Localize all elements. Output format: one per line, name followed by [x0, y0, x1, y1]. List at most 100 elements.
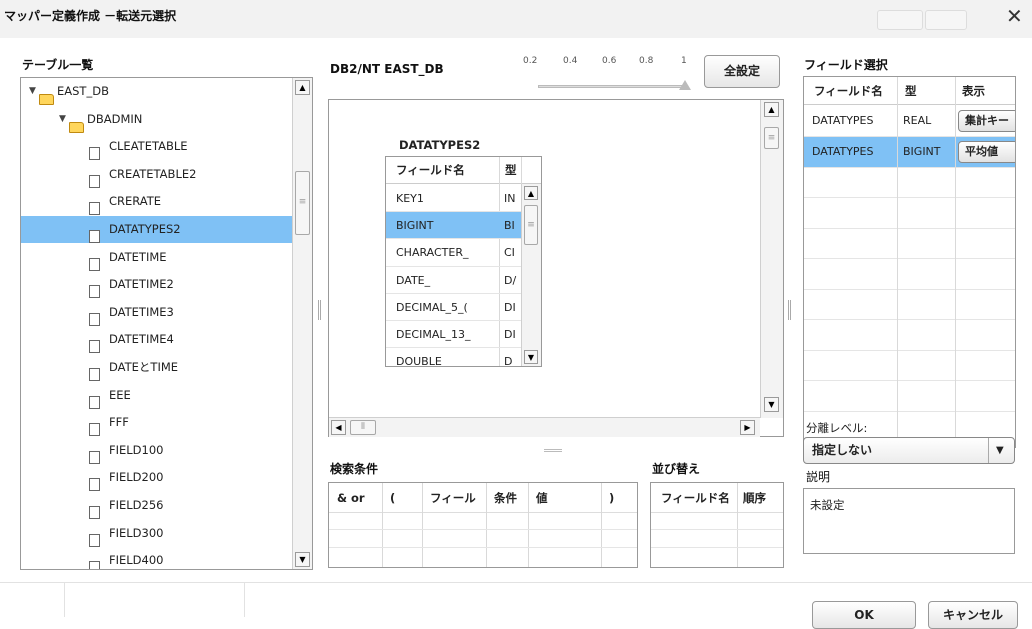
folder-icon — [69, 121, 84, 133]
tree-item-schema[interactable]: ▼ DBADMIN — [21, 106, 293, 133]
field-name: CHARACTER_ — [396, 246, 469, 260]
scroll-down-icon[interactable]: ▼ — [764, 397, 779, 412]
field-type: DI — [504, 328, 516, 341]
expand-triangle-icon[interactable]: ▼ — [29, 78, 39, 105]
field-selection-grid[interactable]: フィールド名 型 表示 DATATYPES REAL 集計キー DATATYPES BI… — [803, 76, 1016, 448]
scroll-up-icon[interactable]: ▲ — [295, 80, 310, 95]
tree-item-table[interactable]: DATETIME2 — [21, 271, 293, 299]
separation-level-value: 指定しない — [812, 443, 873, 457]
scroll-thumb[interactable]: ≡ — [295, 171, 310, 235]
scroll-thumb[interactable]: ⦀ — [350, 420, 376, 435]
schema-canvas[interactable]: DATATYPES2 フィールド名 型 KEY1 IN BIGINT BI CHARAC… — [328, 99, 784, 437]
table-tree[interactable]: ▼ EAST_DB ▼ DBADMIN CLEATETABLE CREATETABLE2 C… — [20, 77, 313, 570]
tree-item-table[interactable]: DATATYPES2 — [21, 216, 293, 243]
zoom-tick-label: 0.4 — [563, 56, 578, 66]
tree-item-label: DATEとTIME — [109, 360, 179, 374]
canvas-vertical-scrollbar[interactable]: ▲ ≡ ▼ — [760, 100, 783, 418]
scroll-right-icon[interactable]: ▶ — [740, 420, 755, 435]
sort-grid-header: フィールド名 順序 — [651, 483, 783, 513]
tree-item-label: CLEATETABLE — [109, 139, 188, 154]
tree-item-label: FIELD100 — [109, 442, 164, 457]
tree-item-label: FIELD200 — [109, 470, 164, 485]
document-icon — [89, 312, 100, 326]
tree-item-label: DATETIME3 — [109, 304, 174, 319]
tree-item-table[interactable]: FFF — [21, 409, 293, 437]
empty-row — [804, 228, 1015, 258]
tree-item-label: FFF — [109, 415, 129, 430]
scroll-down-icon[interactable]: ▼ — [524, 350, 538, 364]
field-row[interactable]: DATATYPES BIGINT 平均値 — [804, 136, 1015, 167]
separation-level-select[interactable]: 指定しない ▼ — [803, 437, 1015, 464]
field-name: DATATYPES — [812, 114, 874, 127]
splitter-handle-icon[interactable] — [318, 300, 321, 320]
table-card-row[interactable]: CHARACTER_ CI — [386, 239, 521, 266]
field-type: REAL — [903, 114, 932, 127]
document-icon — [89, 202, 100, 216]
set-all-button[interactable]: 全設定 — [704, 55, 780, 88]
table-list-label: テーブル一覧 — [22, 58, 94, 72]
tree-item-table[interactable]: FIELD256 — [21, 492, 293, 519]
field-name: DOUBLE — [396, 355, 442, 367]
separation-level-label: 分離レベル: — [806, 421, 868, 435]
table-card-row[interactable]: DECIMAL_5_(DI — [386, 294, 521, 321]
field-row[interactable]: DATATYPES REAL 集計キー — [804, 106, 1015, 136]
tree-item-table[interactable]: DATEとTIME — [21, 354, 293, 381]
document-icon — [89, 340, 100, 354]
tree-item-table[interactable]: FIELD200 — [21, 464, 293, 492]
table-card-row[interactable]: KEY1 IN — [386, 185, 521, 212]
table-card-row[interactable]: DECIMAL_13_ DI — [386, 321, 521, 348]
cancel-button[interactable]: キャンセル — [928, 601, 1018, 629]
tree-item-table[interactable]: CREATETABLE2 — [21, 161, 293, 188]
search-col-field: フィール — [430, 491, 476, 505]
tree-item-table[interactable]: CLEATETABLE — [21, 133, 293, 161]
display-select-button[interactable]: 平均値 — [958, 140, 1015, 163]
tree-item-table[interactable]: EEE — [21, 382, 293, 409]
zoom-handle[interactable] — [679, 80, 691, 90]
sort-grid[interactable]: フィールド名 順序 — [650, 482, 784, 568]
tree-item-table[interactable]: FIELD300 — [21, 520, 293, 547]
document-icon — [89, 423, 100, 437]
canvas-horizontal-scrollbar[interactable]: ◀ ⦀ ▶ — [329, 417, 760, 437]
table-card-row[interactable]: DOUBLE D — [386, 348, 521, 367]
description-box[interactable]: 未設定 — [803, 488, 1015, 554]
scroll-up-icon[interactable]: ▲ — [764, 102, 779, 117]
close-icon[interactable]: ✕ — [1006, 4, 1023, 28]
document-icon — [89, 257, 100, 271]
search-col-rparen: ) — [609, 491, 615, 505]
search-col-value: 値 — [536, 491, 548, 505]
tree-item-table[interactable]: DATETIME — [21, 244, 293, 271]
tree-item-table[interactable]: FIELD400 — [21, 547, 293, 569]
scroll-down-icon[interactable]: ▼ — [295, 552, 310, 567]
search-grid[interactable]: & or ( フィール 条件 値 ) — [328, 482, 638, 568]
tree-item-table[interactable]: CRERATE — [21, 188, 293, 216]
sort-col-field: フィールド名 — [661, 491, 730, 505]
window-title: マッパー定義作成 －転送元選択 — [4, 9, 177, 23]
tree-item-table[interactable]: DATETIME4 — [21, 326, 293, 354]
document-icon — [89, 478, 100, 492]
ok-button[interactable]: OK — [812, 601, 916, 629]
splitter-handle-icon[interactable] — [788, 300, 791, 320]
scroll-up-icon[interactable]: ▲ — [524, 186, 538, 200]
table-card-row[interactable]: DATE_ D/ — [386, 267, 521, 294]
ghost-window-button — [877, 10, 923, 30]
tree-item-table[interactable]: FIELD100 — [21, 437, 293, 464]
field-name: DECIMAL_5_( — [396, 300, 468, 314]
splitter-handle-icon[interactable] — [544, 449, 562, 452]
scroll-thumb[interactable]: ≡ — [524, 205, 538, 245]
empty-row — [804, 198, 1015, 228]
zoom-track — [538, 85, 686, 88]
table-card-row[interactable]: BIGINT BI — [386, 212, 521, 240]
scroll-left-icon[interactable]: ◀ — [331, 420, 346, 435]
scroll-thumb[interactable]: ≡ — [764, 127, 779, 149]
field-col-type: 型 — [905, 84, 917, 98]
table-card[interactable]: フィールド名 型 KEY1 IN BIGINT BI CHARACTER_ CI DATE_… — [385, 156, 542, 367]
dropdown-arrow-icon[interactable]: ▼ — [996, 438, 1004, 463]
document-icon — [89, 395, 100, 409]
card-vertical-scrollbar[interactable]: ▲ ≡ ▼ — [521, 184, 541, 366]
expand-triangle-icon[interactable]: ▼ — [59, 106, 69, 133]
tree-item-table[interactable]: DATETIME3 — [21, 299, 293, 326]
tree-vertical-scrollbar[interactable]: ▲ ≡ ▼ — [292, 78, 312, 569]
display-select-button[interactable]: 集計キー — [958, 110, 1015, 132]
zoom-slider[interactable]: 0.2 0.4 0.6 0.8 1 — [520, 56, 696, 92]
tree-item-root[interactable]: ▼ EAST_DB — [21, 78, 293, 105]
